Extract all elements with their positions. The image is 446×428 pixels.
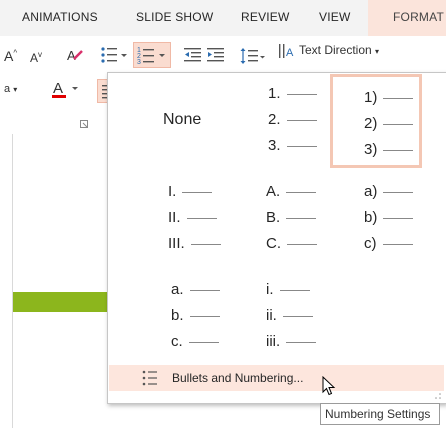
list-item: c. <box>171 333 219 350</box>
list-item: I. <box>168 183 213 200</box>
list-item: a. <box>171 281 220 298</box>
font-size-fragment: a ▾ <box>4 83 18 95</box>
numbering-option-arabic-paren[interactable]: 1) 2) 3) <box>330 74 422 168</box>
text-direction-button[interactable]: Text Direction ▾ <box>299 43 379 57</box>
list-item: C. <box>266 235 317 252</box>
list-item: b. <box>171 307 220 324</box>
bullets-and-numbering-label: Bullets and Numbering... <box>172 371 304 385</box>
clear-formatting-icon[interactable]: A <box>66 45 84 65</box>
numbering-button[interactable]: 123 <box>133 42 171 68</box>
list-item: 2) <box>364 115 414 132</box>
numbering-option-alpha-lower-paren[interactable]: a) b) c) <box>364 183 434 263</box>
list-item: 2. <box>268 111 317 128</box>
slide-green-bar <box>13 292 110 312</box>
list-item: B. <box>266 209 317 226</box>
list-item: c) <box>364 235 413 252</box>
tab-format[interactable]: FORMAT <box>393 10 444 24</box>
svg-text:A: A <box>53 80 63 97</box>
decrease-indent-icon[interactable] <box>184 47 202 63</box>
tab-animations[interactable]: ANIMATIONS <box>22 10 98 24</box>
tab-view[interactable]: VIEW <box>319 10 350 24</box>
numbering-option-arabic-period[interactable]: 1. 2. 3. <box>268 85 328 165</box>
ribbon-tabs: ANIMATIONS SLIDE SHOW REVIEW VIEW FORMAT <box>0 0 446 36</box>
list-item: 3. <box>268 137 317 154</box>
svg-text:A: A <box>286 47 294 59</box>
numbering-option-alpha-lower-period[interactable]: a. b. c. <box>171 281 241 361</box>
numbering-option-alpha-upper[interactable]: A. B. C. <box>266 183 336 263</box>
tab-review[interactable]: REVIEW <box>241 10 290 24</box>
slide-thumbnail-area <box>0 134 110 428</box>
list-item: a) <box>364 183 414 200</box>
list-item: 1) <box>364 89 414 106</box>
list-item: A. <box>266 183 317 200</box>
shrink-font-button[interactable]: Av <box>30 50 42 65</box>
font-color-button[interactable]: A <box>52 79 82 101</box>
list-item: II. <box>168 209 217 226</box>
numbering-option-roman-lower[interactable]: i. ii. iii. <box>266 281 336 361</box>
list-item: i. <box>266 281 310 298</box>
svg-text:3: 3 <box>137 59 141 66</box>
increase-indent-icon[interactable] <box>207 47 225 63</box>
numbering-icon: 123 <box>137 47 165 66</box>
numbering-settings-tooltip: Numbering Settings <box>320 403 440 425</box>
list-item: 3) <box>364 141 414 158</box>
grow-font-button[interactable]: A^ <box>4 48 17 64</box>
slide-edge <box>12 134 13 428</box>
font-color-icon: A <box>52 80 78 98</box>
text-direction-icon: A <box>278 42 296 62</box>
numbering-library-dropdown: None 1. 2. 3. 1) 2) 3) I. II. III. A. B.… <box>107 72 446 404</box>
list-item: b) <box>364 209 414 226</box>
list-item: 1. <box>268 85 317 102</box>
numbering-option-roman-upper[interactable]: I. II. III. <box>168 183 248 263</box>
svg-text:A: A <box>67 48 76 63</box>
line-spacing-icon[interactable] <box>240 47 266 65</box>
none-label: None <box>163 111 202 128</box>
numbering-option-none[interactable]: None <box>163 111 201 129</box>
resize-grip-icon[interactable] <box>434 392 442 400</box>
mouse-pointer-icon <box>322 376 336 396</box>
font-dialog-launcher-icon[interactable] <box>80 120 89 129</box>
bullets-list-icon <box>142 370 158 386</box>
bullets-icon[interactable] <box>100 46 128 64</box>
list-item: ii. <box>266 307 313 324</box>
list-item: III. <box>168 235 221 252</box>
list-item: iii. <box>266 333 317 350</box>
tab-slide-show[interactable]: SLIDE SHOW <box>136 10 213 24</box>
